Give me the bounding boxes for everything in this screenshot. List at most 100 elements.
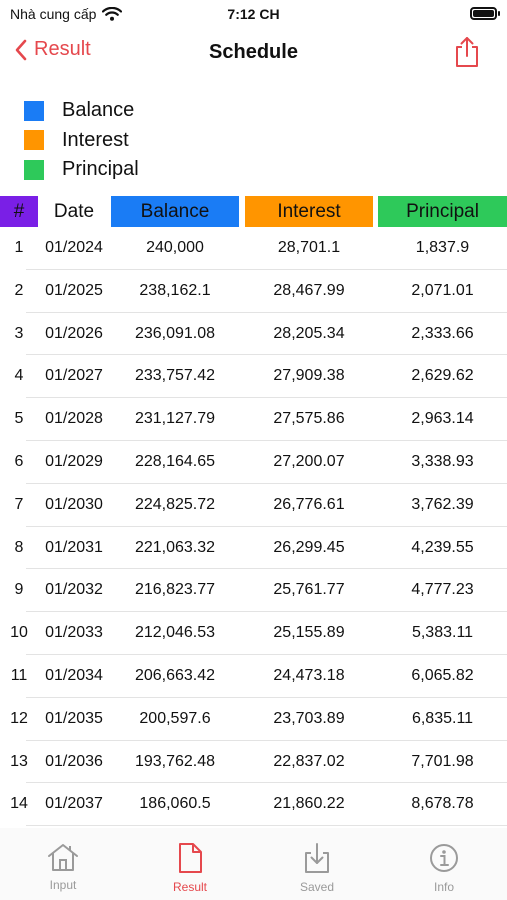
tab-saved-label: Saved <box>299 880 335 894</box>
table-row: 13 01/2036 193,762.48 22,837.02 7,701.98 <box>0 741 507 784</box>
interest-swatch <box>24 130 44 151</box>
row-principal: 2,629.62 <box>411 367 474 385</box>
row-date: 01/2037 <box>45 795 103 813</box>
tab-saved[interactable]: Saved <box>254 842 380 894</box>
tab-info-label: Info <box>433 880 454 894</box>
row-principal: 7,701.98 <box>411 752 474 770</box>
row-number: 2 <box>14 281 24 299</box>
row-balance: 212,046.53 <box>134 624 216 642</box>
column-header-principal: Principal <box>378 196 507 227</box>
row-number: 9 <box>14 581 24 599</box>
row-balance: 216,823.77 <box>134 581 216 599</box>
row-balance: 236,091.08 <box>134 324 216 342</box>
row-date: 01/2035 <box>45 709 103 727</box>
row-balance: 221,063.32 <box>134 538 216 556</box>
row-balance: 200,597.6 <box>139 709 211 727</box>
principal-swatch <box>24 159 44 180</box>
row-balance: 231,127.79 <box>134 410 216 428</box>
legend-label: Principal <box>62 158 139 181</box>
share-icon <box>456 37 478 67</box>
table-row: 6 01/2029 228,164.65 27,200.07 3,338.93 <box>0 441 507 484</box>
legend-item-balance: Balance <box>24 96 139 126</box>
row-interest: 27,909.38 <box>273 367 345 385</box>
row-date: 01/2032 <box>45 581 103 599</box>
row-interest: 26,776.61 <box>273 495 345 513</box>
row-date: 01/2028 <box>45 410 103 428</box>
tab-bar: Input Result Saved Info <box>0 828 507 900</box>
row-interest: 26,299.45 <box>273 538 345 556</box>
row-principal: 6,835.11 <box>411 709 474 727</box>
document-icon <box>179 843 202 873</box>
row-balance: 206,663.42 <box>134 666 216 684</box>
row-number: 14 <box>10 795 28 813</box>
page-title: Schedule <box>209 41 298 63</box>
row-number: 11 <box>10 666 28 684</box>
schedule-table[interactable]: 1 01/2024 240,000 28,701.1 1,837.9 2 01/… <box>0 227 507 826</box>
row-principal: 2,333.66 <box>411 324 474 342</box>
row-number: 7 <box>14 495 24 513</box>
tab-result[interactable]: Result <box>127 842 253 894</box>
row-number: 13 <box>10 752 28 770</box>
row-date: 01/2024 <box>45 239 103 256</box>
row-date: 01/2026 <box>45 324 103 342</box>
row-principal: 3,762.39 <box>411 495 474 513</box>
row-interest: 28,701.1 <box>277 239 341 256</box>
row-principal: 1,837.9 <box>415 239 470 256</box>
row-number: 6 <box>14 452 24 470</box>
row-principal: 8,678.78 <box>411 795 474 813</box>
column-header-balance: Balance <box>111 196 239 227</box>
table-row: 2 01/2025 238,162.1 28,467.99 2,071.01 <box>0 270 507 313</box>
legend: Balance Interest Principal <box>24 96 139 185</box>
tab-info[interactable]: Info <box>381 842 507 894</box>
row-date: 01/2033 <box>45 624 103 642</box>
row-number: 4 <box>14 367 24 385</box>
row-balance: 224,825.72 <box>134 495 216 513</box>
row-interest: 27,200.07 <box>273 452 345 470</box>
row-interest: 25,155.89 <box>273 624 345 642</box>
navigation-bar: Result Schedule <box>0 30 507 74</box>
row-date: 01/2025 <box>45 281 103 299</box>
share-button[interactable] <box>453 36 481 73</box>
legend-label: Interest <box>62 128 129 151</box>
tab-input[interactable]: Input <box>0 842 126 892</box>
row-date: 01/2027 <box>45 367 103 385</box>
row-balance: 186,060.5 <box>139 795 211 813</box>
row-interest: 28,467.99 <box>273 281 345 299</box>
row-date: 01/2029 <box>45 452 103 470</box>
row-principal: 5,383.11 <box>411 624 474 642</box>
table-row: 10 01/2033 212,046.53 25,155.89 5,383.11 <box>0 612 507 655</box>
row-balance: 233,757.42 <box>134 367 216 385</box>
table-row: 11 01/2034 206,663.42 24,473.18 6,065.82 <box>0 655 507 698</box>
row-date: 01/2030 <box>45 495 103 513</box>
legend-item-principal: Principal <box>24 155 139 185</box>
row-interest: 22,837.02 <box>273 752 345 770</box>
row-number: 8 <box>14 538 24 556</box>
row-principal: 2,963.14 <box>411 410 474 428</box>
row-date: 01/2031 <box>45 538 103 556</box>
table-row: 12 01/2035 200,597.6 23,703.89 6,835.11 <box>0 698 507 741</box>
row-interest: 25,761.77 <box>273 581 345 599</box>
row-interest: 24,473.18 <box>273 666 345 684</box>
table-row: 9 01/2032 216,823.77 25,761.77 4,777.23 <box>0 569 507 612</box>
balance-swatch <box>24 100 44 121</box>
info-circle-icon <box>430 844 458 872</box>
row-number: 1 <box>14 239 24 256</box>
tab-input-label: Input <box>49 878 77 892</box>
table-row: 14 01/2037 186,060.5 21,860.22 8,678.78 <box>0 783 507 826</box>
status-time: 7:12 CH <box>227 6 280 22</box>
row-interest: 23,703.89 <box>273 709 345 727</box>
row-interest: 27,575.86 <box>273 410 345 428</box>
row-principal: 3,338.93 <box>411 452 474 470</box>
tab-result-label: Result <box>172 880 207 894</box>
row-date: 01/2036 <box>45 752 103 770</box>
legend-label: Balance <box>62 99 135 122</box>
column-header-number: # <box>0 196 38 227</box>
row-principal: 6,065.82 <box>411 666 474 684</box>
row-number: 12 <box>10 709 28 727</box>
row-balance: 228,164.65 <box>134 452 216 470</box>
row-principal: 4,239.55 <box>411 538 474 556</box>
battery-icon <box>470 7 500 20</box>
column-header-interest: Interest <box>245 196 373 227</box>
row-number: 5 <box>14 410 24 428</box>
table-row: 1 01/2024 240,000 28,701.1 1,837.9 <box>0 227 507 270</box>
